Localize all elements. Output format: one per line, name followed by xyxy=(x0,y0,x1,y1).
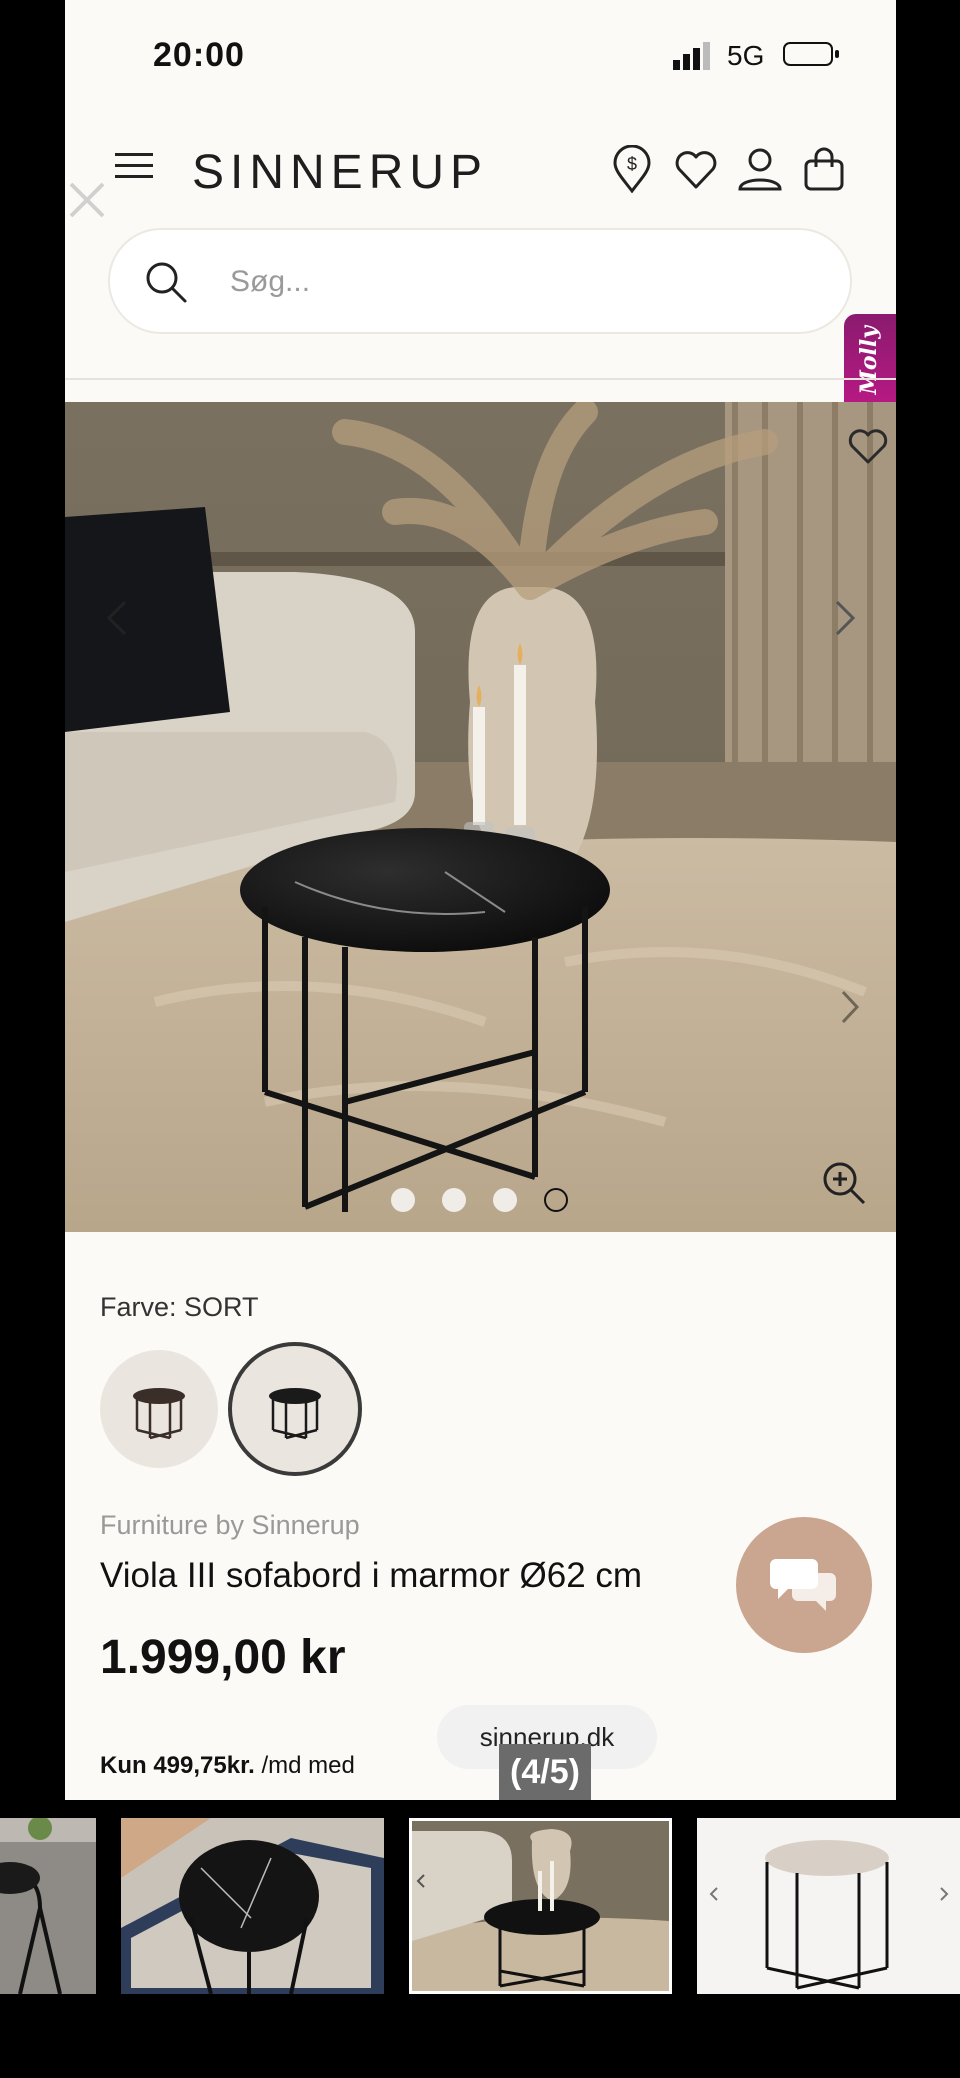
gallery-dot[interactable] xyxy=(442,1188,466,1212)
gallery-dot[interactable] xyxy=(493,1188,517,1212)
table-thumbnail xyxy=(269,1388,321,1440)
prev-image-icon[interactable] xyxy=(105,598,129,638)
thumbnail-image xyxy=(0,1818,96,1994)
product-title: Viola III sofabord i marmor Ø62 cm xyxy=(100,1556,643,1595)
network-type: 5G xyxy=(727,40,765,71)
thumbnail-selected[interactable] xyxy=(409,1818,672,1994)
molly-label: Molly xyxy=(856,326,882,395)
search-icon xyxy=(146,262,187,303)
wishlist-icon[interactable] xyxy=(673,145,719,193)
app-screen: 20:00 5G SINNERUP $ Søg... Molly Farve: … xyxy=(65,0,896,1800)
site-header: SINNERUP $ xyxy=(65,135,896,205)
thumbnail-image xyxy=(121,1818,384,1994)
close-icon[interactable] xyxy=(67,180,107,220)
menu-icon[interactable] xyxy=(115,151,153,181)
color-swatch-dark-brown[interactable] xyxy=(100,1350,218,1468)
chat-icon xyxy=(770,1559,836,1611)
favorite-icon[interactable] xyxy=(847,428,889,466)
thumbnail-image xyxy=(697,1818,960,1994)
site-logo[interactable]: SINNERUP xyxy=(192,145,488,200)
product-brand[interactable]: Furniture by Sinnerup xyxy=(100,1510,360,1541)
store-locator-icon[interactable]: $ xyxy=(609,145,655,193)
thumbnail[interactable] xyxy=(0,1818,96,1994)
product-photo xyxy=(65,402,896,1232)
color-label: Farve: SORT xyxy=(100,1292,259,1322)
thumbnail-image xyxy=(412,1821,669,1991)
thumbnail-strip xyxy=(0,1818,960,1996)
gallery-dots xyxy=(65,1188,896,1212)
signal-icon xyxy=(673,42,710,70)
account-icon[interactable] xyxy=(737,145,783,193)
image-counter: (4/5) xyxy=(499,1744,591,1800)
chat-button[interactable] xyxy=(736,1517,872,1653)
gallery-dot[interactable] xyxy=(391,1188,415,1212)
next-image-icon[interactable] xyxy=(833,598,857,638)
installment-info: Kun 499,75kr. /md med xyxy=(100,1752,355,1780)
table-thumbnail xyxy=(133,1388,185,1440)
status-time: 20:00 xyxy=(153,36,245,74)
battery-icon xyxy=(783,42,839,66)
product-image[interactable] xyxy=(65,402,896,1232)
product-price: 1.999,00 kr xyxy=(100,1631,346,1684)
cart-icon[interactable] xyxy=(801,145,847,193)
status-bar: 20:00 5G xyxy=(65,0,896,110)
installment-text: /md med xyxy=(261,1752,355,1779)
svg-text:$: $ xyxy=(627,154,637,174)
gallery-dot-active[interactable] xyxy=(544,1188,568,1212)
search-input[interactable] xyxy=(228,256,792,308)
installment-amount: Kun 499,75kr. xyxy=(100,1752,255,1779)
thumbnail[interactable] xyxy=(121,1818,384,1994)
header-divider xyxy=(65,378,896,380)
thumbnail[interactable] xyxy=(697,1818,960,1994)
search-bar xyxy=(108,228,852,334)
color-swatch-black[interactable] xyxy=(228,1342,362,1476)
